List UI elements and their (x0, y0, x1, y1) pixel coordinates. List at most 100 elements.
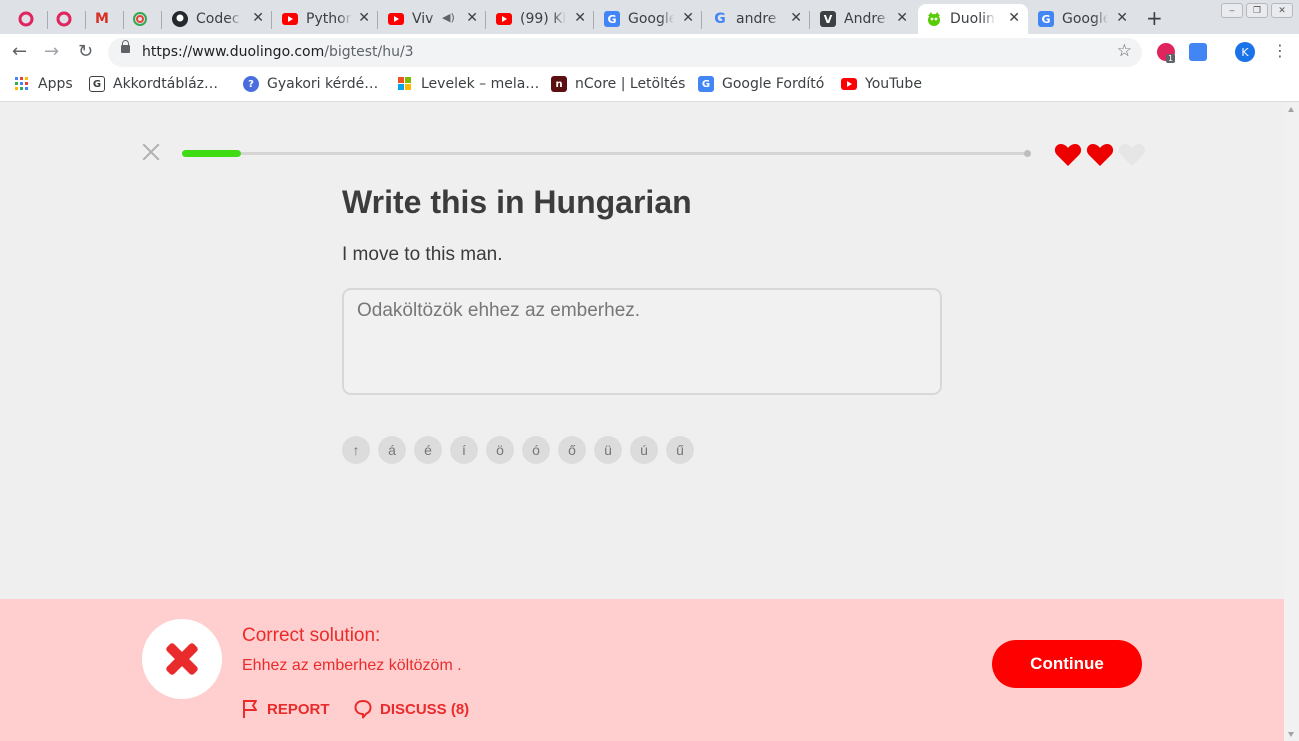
close-icon[interactable]: ✕ (358, 10, 370, 26)
tab-github[interactable]: Codec ✕ (164, 4, 272, 34)
tab-gmail[interactable]: M (86, 4, 124, 34)
challenge-title: Write this in Hungarian (342, 184, 692, 220)
profile-avatar[interactable]: K (1235, 42, 1255, 62)
close-icon[interactable]: ✕ (466, 10, 478, 26)
special-key[interactable]: ű (666, 436, 694, 464)
feedback-panel: Correct solution: Ehhez az emberhez költ… (0, 599, 1284, 741)
special-key[interactable]: é (414, 436, 442, 464)
youtube-icon (496, 11, 512, 27)
gmail-icon: M (95, 11, 109, 27)
google-icon: G (714, 11, 726, 27)
tab-spiral[interactable] (124, 4, 162, 34)
scroll-up-arrow-icon[interactable] (1288, 107, 1294, 112)
quit-lesson-close-icon[interactable] (140, 141, 162, 163)
url-text[interactable]: https://www.duolingo.com/bigtest/hu/3 (142, 44, 414, 60)
tab-andre[interactable]: V Andre ✕ (812, 4, 916, 34)
help-icon: ? (243, 76, 259, 92)
minimize-button[interactable]: ‒ (1221, 3, 1243, 18)
duolingo-icon (926, 11, 942, 27)
special-key[interactable]: ö (486, 436, 514, 464)
close-icon[interactable]: ✕ (790, 10, 802, 26)
special-key[interactable]: ↑ (342, 436, 370, 464)
hearts-indicator (1054, 143, 1146, 171)
tab-duolingo[interactable]: Duolin ✕ (918, 4, 1028, 34)
tab-viv[interactable]: Viv ◀) ✕ (380, 4, 486, 34)
progress-fill (182, 150, 242, 157)
translate-icon: G (604, 11, 620, 27)
close-icon[interactable]: ✕ (1116, 10, 1128, 26)
scroll-down-arrow-icon[interactable] (1288, 732, 1294, 737)
special-key[interactable]: ü (594, 436, 622, 464)
heart-full-icon (1054, 143, 1082, 171)
report-label: REPORT (267, 700, 330, 718)
url-path: /bigtest/hu/3 (324, 44, 414, 60)
speaker-icon[interactable]: ◀) (442, 11, 455, 24)
url-host: https://www.duolingo.com (142, 44, 325, 60)
tab-opera-1[interactable] (10, 4, 48, 34)
bookmark-levelek[interactable]: Levelek – mela… (397, 76, 539, 92)
discuss-button[interactable]: DISCUSS (8) (354, 699, 469, 719)
continue-button[interactable]: Continue (992, 640, 1142, 688)
tab-99[interactable]: (99) Kh ✕ (488, 4, 594, 34)
special-key[interactable]: á (378, 436, 406, 464)
bookmark-label: Google Fordító (722, 76, 825, 92)
bookmark-star-icon[interactable]: ☆ (1117, 41, 1132, 61)
report-button[interactable]: REPORT (242, 699, 330, 719)
tab-label: Viv (412, 11, 434, 27)
tab-google-andre[interactable]: G andre ✕ (704, 4, 810, 34)
heart-empty-icon (1118, 143, 1146, 171)
apps-grid-icon (14, 76, 30, 92)
reload-button[interactable]: ↻ (78, 41, 93, 62)
tab-label: Google (1062, 11, 1108, 27)
tab-google-translate-2[interactable]: G Google ✕ (1030, 4, 1136, 34)
close-icon[interactable]: ✕ (574, 10, 586, 26)
close-icon[interactable]: ✕ (682, 10, 694, 26)
bookmark-gyakori[interactable]: ? Gyakori kérdé… (243, 76, 378, 92)
close-icon[interactable]: ✕ (896, 10, 908, 26)
kebab-menu-icon[interactable]: ⋮ (1272, 41, 1288, 60)
v-icon: V (820, 11, 836, 27)
bookmark-apps[interactable]: Apps (14, 76, 73, 92)
forward-button[interactable]: → (44, 41, 59, 62)
close-icon[interactable]: ✕ (1008, 10, 1020, 26)
answer-textarea[interactable]: Odaköltözök ehhez az emberhez. (342, 288, 942, 395)
restore-button[interactable]: ❐ (1246, 3, 1268, 18)
bookmark-youtube[interactable]: YouTube (841, 76, 922, 92)
special-key[interactable]: í (450, 436, 478, 464)
bookmark-label: Apps (38, 76, 73, 92)
progress-end-dot (1024, 150, 1031, 157)
lesson-progress-bar (182, 150, 1031, 157)
translate-extension-icon[interactable] (1189, 43, 1207, 61)
bookmark-akkordtablazat[interactable]: G Akkordtábláz… (89, 76, 218, 92)
opera-icon (18, 11, 34, 27)
page-scrollbar[interactable] (1284, 103, 1299, 741)
extension-badge: 1 (1166, 54, 1176, 63)
solution-heading: Correct solution: (242, 625, 381, 646)
tab-label: Duolin (950, 11, 995, 27)
tab-label: Google (628, 11, 674, 27)
github-icon (172, 11, 188, 27)
close-icon[interactable]: ✕ (252, 10, 264, 26)
opera-icon (56, 11, 72, 27)
tab-label: Andre (844, 11, 886, 27)
special-key[interactable]: ó (522, 436, 550, 464)
translate-icon: G (698, 76, 714, 92)
close-window-button[interactable]: ✕ (1271, 3, 1293, 18)
special-key[interactable]: ú (630, 436, 658, 464)
speech-bubble-icon (354, 700, 372, 719)
youtube-icon (841, 76, 857, 92)
special-key[interactable]: ő (558, 436, 586, 464)
bookmark-google-fordito[interactable]: G Google Fordító (698, 76, 824, 92)
tab-google-translate[interactable]: G Google ✕ (596, 4, 702, 34)
prompt-sentence: I move to this man. (342, 244, 503, 265)
youtube-icon (388, 11, 404, 27)
translate-icon: G (1038, 11, 1054, 27)
address-bar[interactable]: https://www.duolingo.com/bigtest/hu/3 ☆ (108, 38, 1142, 67)
new-tab-button[interactable]: + (1146, 6, 1163, 30)
back-button[interactable]: ← (12, 41, 27, 62)
tab-python[interactable]: Python ✕ (274, 4, 378, 34)
tab-opera-2[interactable] (48, 4, 86, 34)
bookmark-ncore[interactable]: n nCore | Letöltés (551, 76, 685, 92)
heart-full-icon (1086, 143, 1114, 171)
flag-icon (243, 700, 257, 718)
